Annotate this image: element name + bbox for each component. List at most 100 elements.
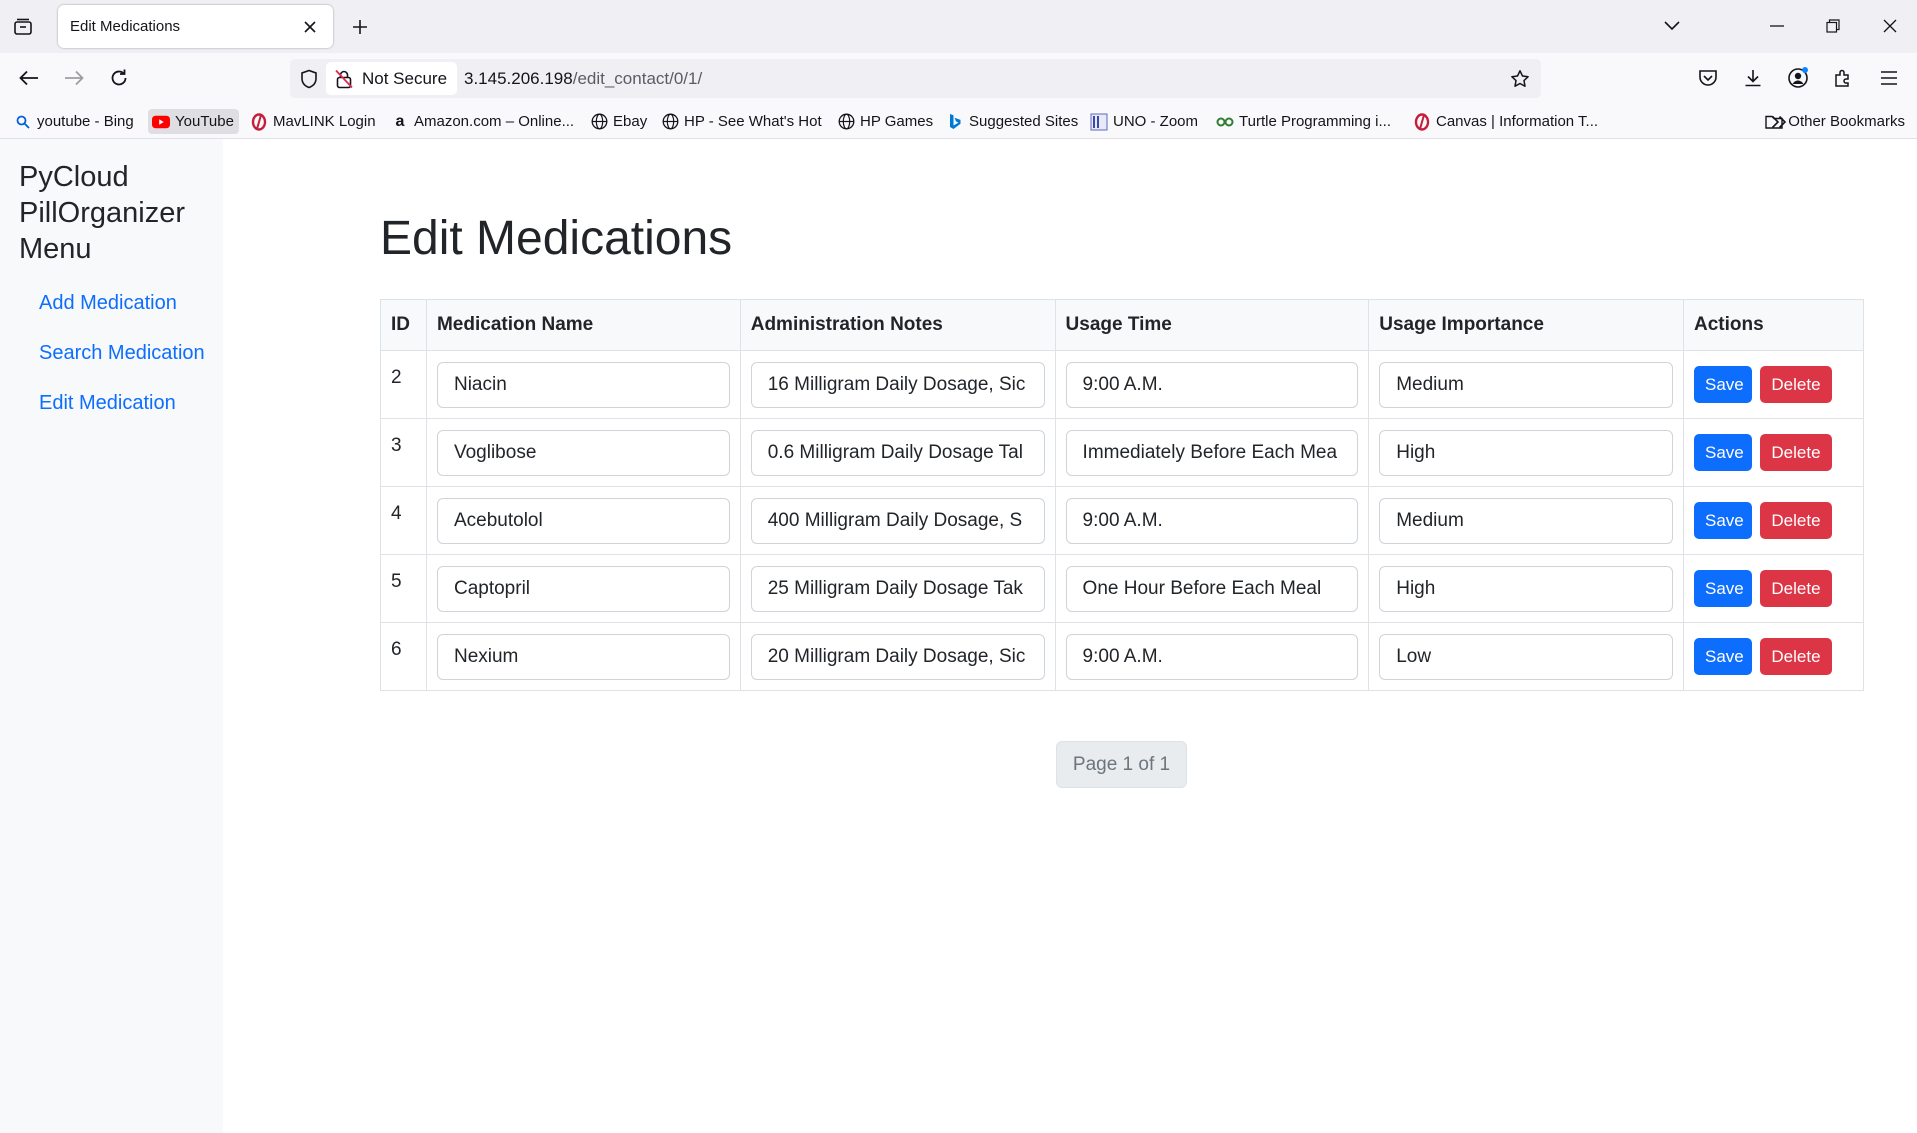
bookmark-youtube-bing[interactable]: youtube - Bing [14,109,134,134]
bookmark-amazon[interactable]: a Amazon.com – Online... [391,109,575,134]
usage-importance-input[interactable] [1379,633,1673,680]
row-id: 3 [380,418,427,487]
column-header-id: ID [380,299,427,351]
downloads-icon[interactable] [1738,63,1768,93]
administration-notes-input[interactable] [750,633,1045,680]
medication-name-input[interactable] [436,429,730,476]
usage-time-input[interactable] [1065,497,1359,544]
bookmark-suggested-sites[interactable]: Suggested Sites [946,109,1078,134]
url-path: /edit_contact/0/1/ [572,69,703,88]
row-id: 2 [380,350,427,419]
bookmark-youtube[interactable]: YouTube [148,109,239,134]
row-id: 6 [380,622,427,691]
tab-strip: Edit Medications [0,0,1917,53]
usage-time-input[interactable] [1065,565,1359,612]
bookmark-hp-games[interactable]: HP Games [837,109,933,134]
usage-importance-input[interactable] [1379,429,1673,476]
not-secure-label: Not Secure [362,68,448,88]
save-button[interactable]: Save [1693,434,1752,471]
medications-table: ID Medication Name Administration Notes … [380,299,1865,691]
page-title: Edit Medications [380,212,733,265]
reload-icon[interactable] [102,61,136,95]
close-window-icon[interactable] [1870,8,1910,44]
close-tab-icon[interactable] [299,16,321,38]
sidebar-link-search-medication[interactable]: Search Medication [39,338,219,368]
medication-name-input[interactable] [436,497,730,544]
bing-icon [946,113,964,131]
address-bar[interactable]: Not Secure 3.145.206.198/edit_contact/0/… [290,59,1541,98]
tab-title: Edit Medications [70,18,181,35]
administration-notes-input[interactable] [750,565,1045,612]
row-id: 5 [380,554,427,623]
column-header-usage-time: Usage Time [1054,299,1370,351]
usage-time-input[interactable] [1065,361,1359,408]
medication-name-input[interactable] [436,361,730,408]
canvas-icon [1413,112,1431,131]
save-button[interactable]: Save [1693,638,1752,675]
sidebar-nav: Add Medication Search Medication Edit Me… [39,288,219,438]
navigation-toolbar: Not Secure 3.145.206.198/edit_contact/0/… [0,53,1917,104]
browser-tab[interactable]: Edit Medications [58,5,333,48]
pocket-icon[interactable] [1693,63,1723,93]
save-button[interactable]: Save [1693,502,1752,539]
table-row: 3 SaveDelete [380,418,1865,487]
url-host: 3.145.206.198 [464,69,573,88]
table-row: 2 SaveDelete [380,350,1865,419]
bookmark-hp-whats-hot[interactable]: HP - See What's Hot [661,109,822,134]
table-header-row: ID Medication Name Administration Notes … [380,299,1865,351]
site-security-indicator[interactable]: Not Secure [326,62,458,95]
restore-icon[interactable] [1813,8,1853,44]
turtle-icon [1216,113,1234,131]
url-text[interactable]: 3.145.206.198/edit_contact/0/1/ [464,69,702,89]
delete-button[interactable]: Delete [1759,638,1832,675]
minimize-icon[interactable] [1757,8,1797,44]
delete-button[interactable]: Delete [1759,366,1832,403]
save-button[interactable]: Save [1693,366,1752,403]
list-all-tabs-icon[interactable] [8,12,38,42]
bookmark-uno-zoom[interactable]: UNO - Zoom [1090,109,1198,134]
other-bookmarks-folder[interactable]: Other Bookmarks [1765,109,1905,134]
bookmark-turtle-programming[interactable]: Turtle Programming i... [1216,109,1391,134]
sidebar-link-edit-medication[interactable]: Edit Medication [39,388,219,418]
folder-icon [1765,114,1783,129]
administration-notes-input[interactable] [750,429,1045,476]
usage-time-input[interactable] [1065,633,1359,680]
bookmark-canvas[interactable]: Canvas | Information T... [1413,109,1598,134]
delete-button[interactable]: Delete [1759,570,1832,607]
usage-importance-input[interactable] [1379,565,1673,612]
bookmark-mavlink-login[interactable]: MavLINK Login [250,109,376,134]
extensions-icon[interactable] [1828,63,1858,93]
medication-name-input[interactable] [436,633,730,680]
sidebar-brand: PyCloud PillOrganizer Menu [19,161,185,265]
delete-button[interactable]: Delete [1759,434,1832,471]
amazon-icon: a [395,112,405,130]
column-header-actions: Actions [1682,299,1865,351]
globe-icon [590,113,608,131]
administration-notes-input[interactable] [750,361,1045,408]
column-header-usage-importance: Usage Importance [1368,299,1684,351]
delete-button[interactable]: Delete [1759,502,1832,539]
forward-arrow-icon[interactable] [57,61,91,95]
column-header-administration-notes: Administration Notes [739,299,1056,351]
save-button[interactable]: Save [1693,570,1752,607]
sidebar-link-add-medication[interactable]: Add Medication [39,288,219,318]
tab-overflow-chevron-icon[interactable] [1652,8,1692,44]
back-arrow-icon[interactable] [12,61,46,95]
insecure-lock-icon [334,69,354,89]
administration-notes-input[interactable] [750,497,1045,544]
medication-name-input[interactable] [436,565,730,612]
youtube-icon [152,113,170,131]
new-tab-icon[interactable] [345,12,375,42]
usage-time-input[interactable] [1065,429,1359,476]
column-header-medication-name: Medication Name [425,299,741,351]
hamburger-menu-icon[interactable] [1874,63,1904,93]
usage-importance-input[interactable] [1379,497,1673,544]
tracking-protection-shield-icon[interactable] [296,66,322,92]
table-row: 6 SaveDelete [380,622,1865,691]
account-icon[interactable] [1783,63,1813,93]
bookmark-star-icon[interactable] [1507,66,1533,92]
search-icon [14,113,32,131]
usage-importance-input[interactable] [1379,361,1673,408]
bookmarks-toolbar: youtube - Bing YouTube MavLINK Login a A… [0,104,1917,139]
bookmark-ebay[interactable]: Ebay [590,109,647,134]
